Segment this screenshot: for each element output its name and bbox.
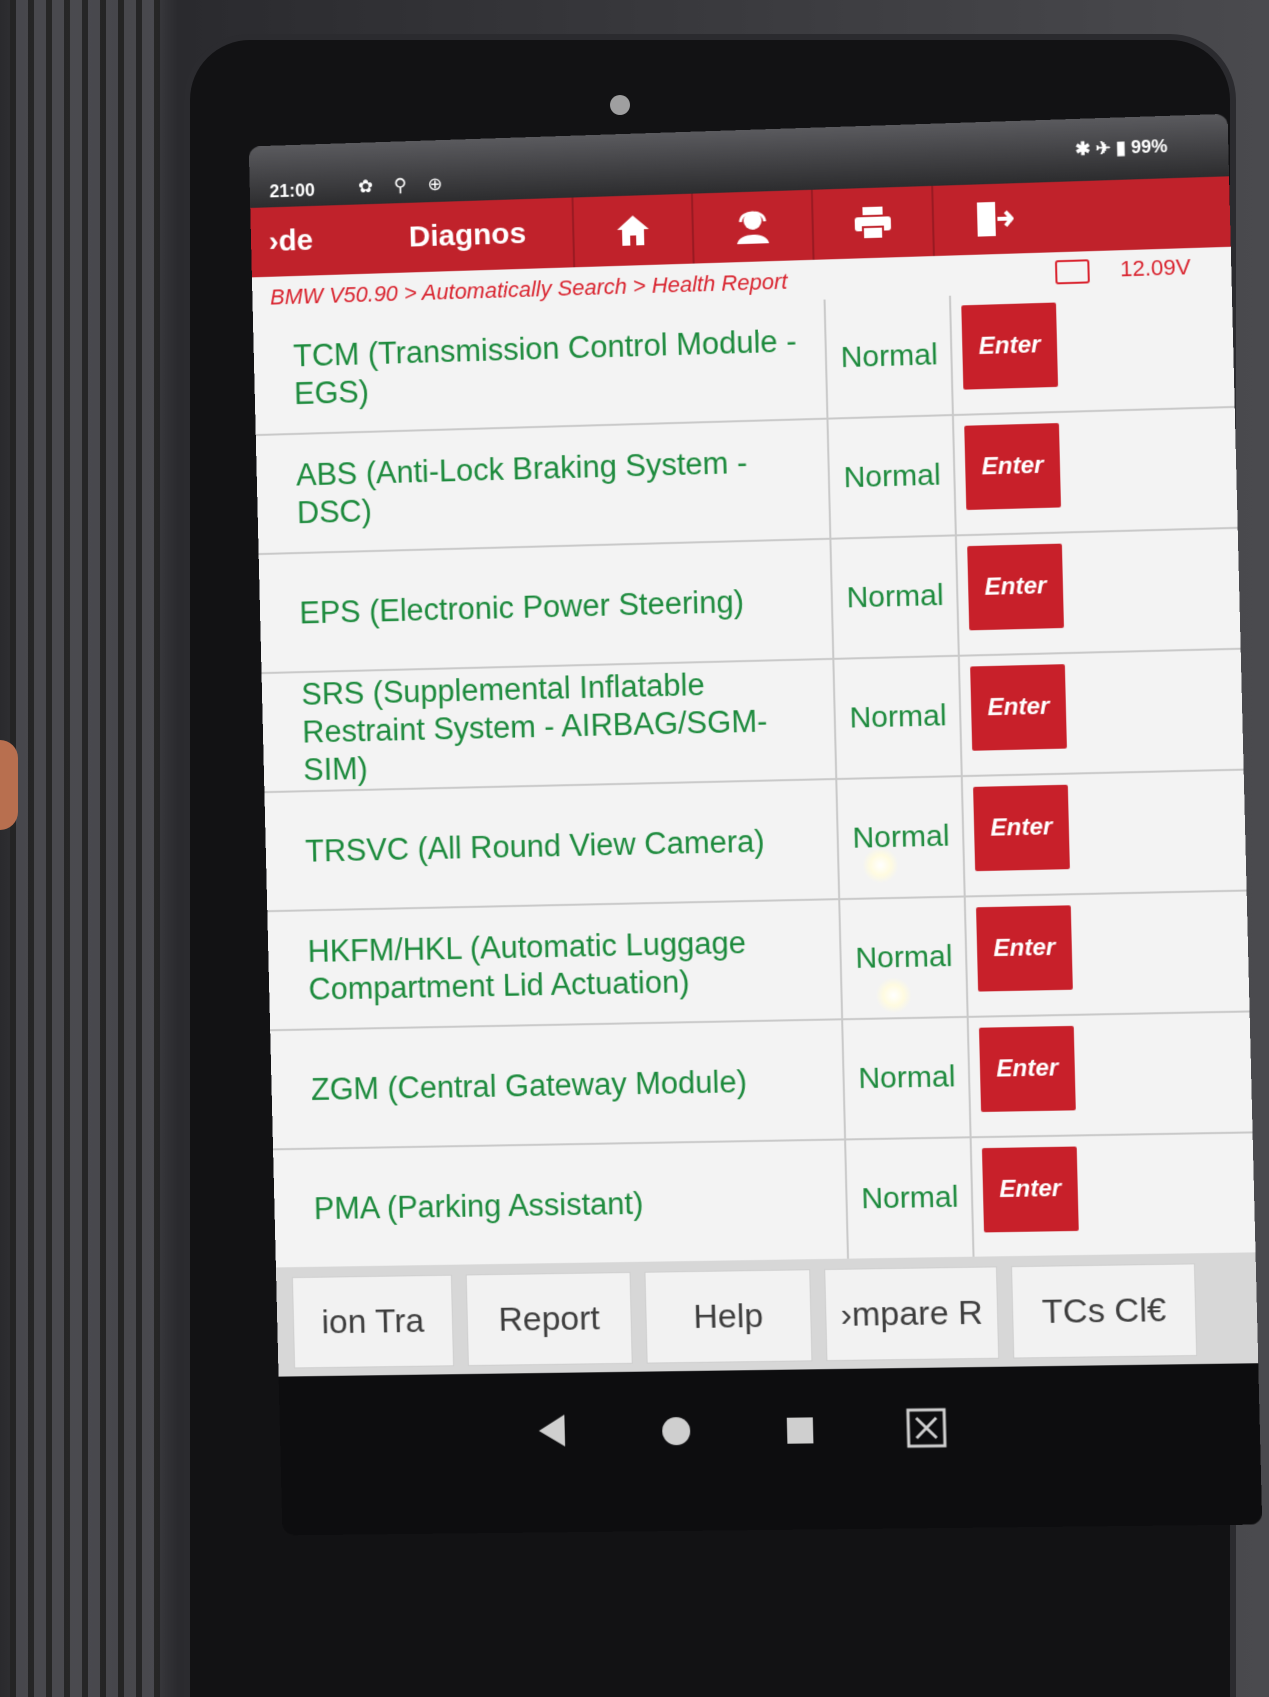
module-status: Normal [840,777,961,898]
module-name: ABS (Anti-Lock Braking System - DSC) [296,440,824,534]
exit-icon [973,199,1014,238]
recents-icon [786,1416,815,1444]
divider [824,300,829,418]
divider [949,296,954,414]
module-status: Normal [837,657,958,778]
support-button[interactable] [691,190,813,264]
home-nav-button[interactable] [661,1411,692,1456]
front-camera [610,95,630,115]
module-status: Normal [846,1018,967,1138]
support-icon [732,207,773,246]
footer-button-info-trace[interactable]: ion Tra [292,1275,454,1369]
back-icon [537,1413,568,1449]
divider [844,1140,849,1258]
enter-button[interactable]: Enter [964,423,1061,510]
divider [958,657,963,775]
battery-icon: ▮ [1116,137,1127,157]
case-ribs [10,0,160,1697]
home-button[interactable] [571,194,692,268]
module-status: Normal [829,296,950,418]
module-name: SRS (Supplemental Inflatable Restraint S… [301,680,829,772]
divider [832,660,837,778]
notification-icons: ✿ ⚲ ⊕ [358,174,451,198]
table-row: ZGM (Central Gateway Module) Normal Ente… [270,1012,1252,1150]
status-time: 21:00 [269,180,315,202]
module-name: TRSVC (All Round View Camera) [304,800,832,891]
module-name: EPS (Electronic Power Steering) [299,560,827,653]
home-icon [615,213,652,248]
footer-toolbar: ion Tra Report Help ›mpare R TCs Cl€ [276,1252,1258,1376]
system-navigation-bar [279,1363,1263,1535]
help-button[interactable]: Help [644,1269,812,1363]
table-row: HKFM/HKL (Automatic Luggage Compartment … [267,892,1249,1032]
module-status: Normal [849,1138,970,1258]
module-status: Normal [834,536,955,657]
module-name: HKFM/HKL (Automatic Luggage Compartment … [307,920,835,1010]
divider [967,1018,972,1136]
divider [964,897,969,1015]
home-circle-icon [661,1416,692,1446]
bluetooth-airplane-icons: ✱ ✈ [1075,138,1111,159]
table-row: SRS (Supplemental Inflatable Restraint S… [262,650,1244,793]
voltage-readout: 12.09V [1120,254,1191,282]
divider [829,540,834,658]
divider [838,900,843,1018]
divider [841,1020,846,1138]
page-title: Diagnos [408,217,526,255]
table-row: PMA (Parking Assistant) Normal Enter [273,1133,1255,1269]
clear-dtcs-button[interactable]: TCs Cl€ [1011,1263,1197,1358]
screenshot-button[interactable] [906,1408,947,1459]
module-status: Normal [831,416,952,538]
report-button[interactable]: Report [466,1272,633,1366]
car-battery-icon [1055,259,1090,284]
module-list: TCM (Transmission Control Module - EGS) … [253,287,1256,1269]
mode-tab[interactable]: ›de [268,224,313,259]
enter-button[interactable]: Enter [982,1147,1079,1233]
recents-button[interactable] [786,1409,815,1454]
enter-button[interactable]: Enter [973,785,1070,871]
screenshot-icon [906,1408,947,1449]
module-name: ZGM (Central Gateway Module) [310,1040,839,1129]
print-button[interactable] [811,186,933,260]
divider [826,420,831,538]
divider [952,416,957,534]
battery-percent: 99% [1131,136,1168,157]
enter-button[interactable]: Enter [970,664,1067,751]
table-row: TRSVC (All Round View Camera) Normal Ent… [264,771,1246,913]
enter-button[interactable]: Enter [967,544,1064,631]
compare-report-button[interactable]: ›mpare R [824,1266,999,1361]
status-right-group: ✱ ✈ ▮ 99% [1075,136,1168,160]
table-row: EPS (Electronic Power Steering) Normal E… [259,529,1241,674]
divider [970,1138,975,1256]
thumb [0,740,18,830]
divider [955,536,960,654]
enter-button[interactable]: Enter [979,1026,1076,1112]
divider [961,777,966,895]
enter-button[interactable]: Enter [961,303,1058,390]
print-icon [852,204,893,241]
module-name: PMA (Parking Assistant) [313,1161,842,1249]
device-screen: 21:00 ✿ ⚲ ⊕ ✱ ✈ ▮ 99% ›de Diagnos BMW V5… [249,114,1262,1536]
module-name: TCM (Transmission Control Module - EGS) [293,320,821,415]
enter-button[interactable]: Enter [976,905,1073,991]
divider [835,780,840,898]
exit-button[interactable] [931,182,1054,256]
back-button[interactable] [537,1413,568,1459]
